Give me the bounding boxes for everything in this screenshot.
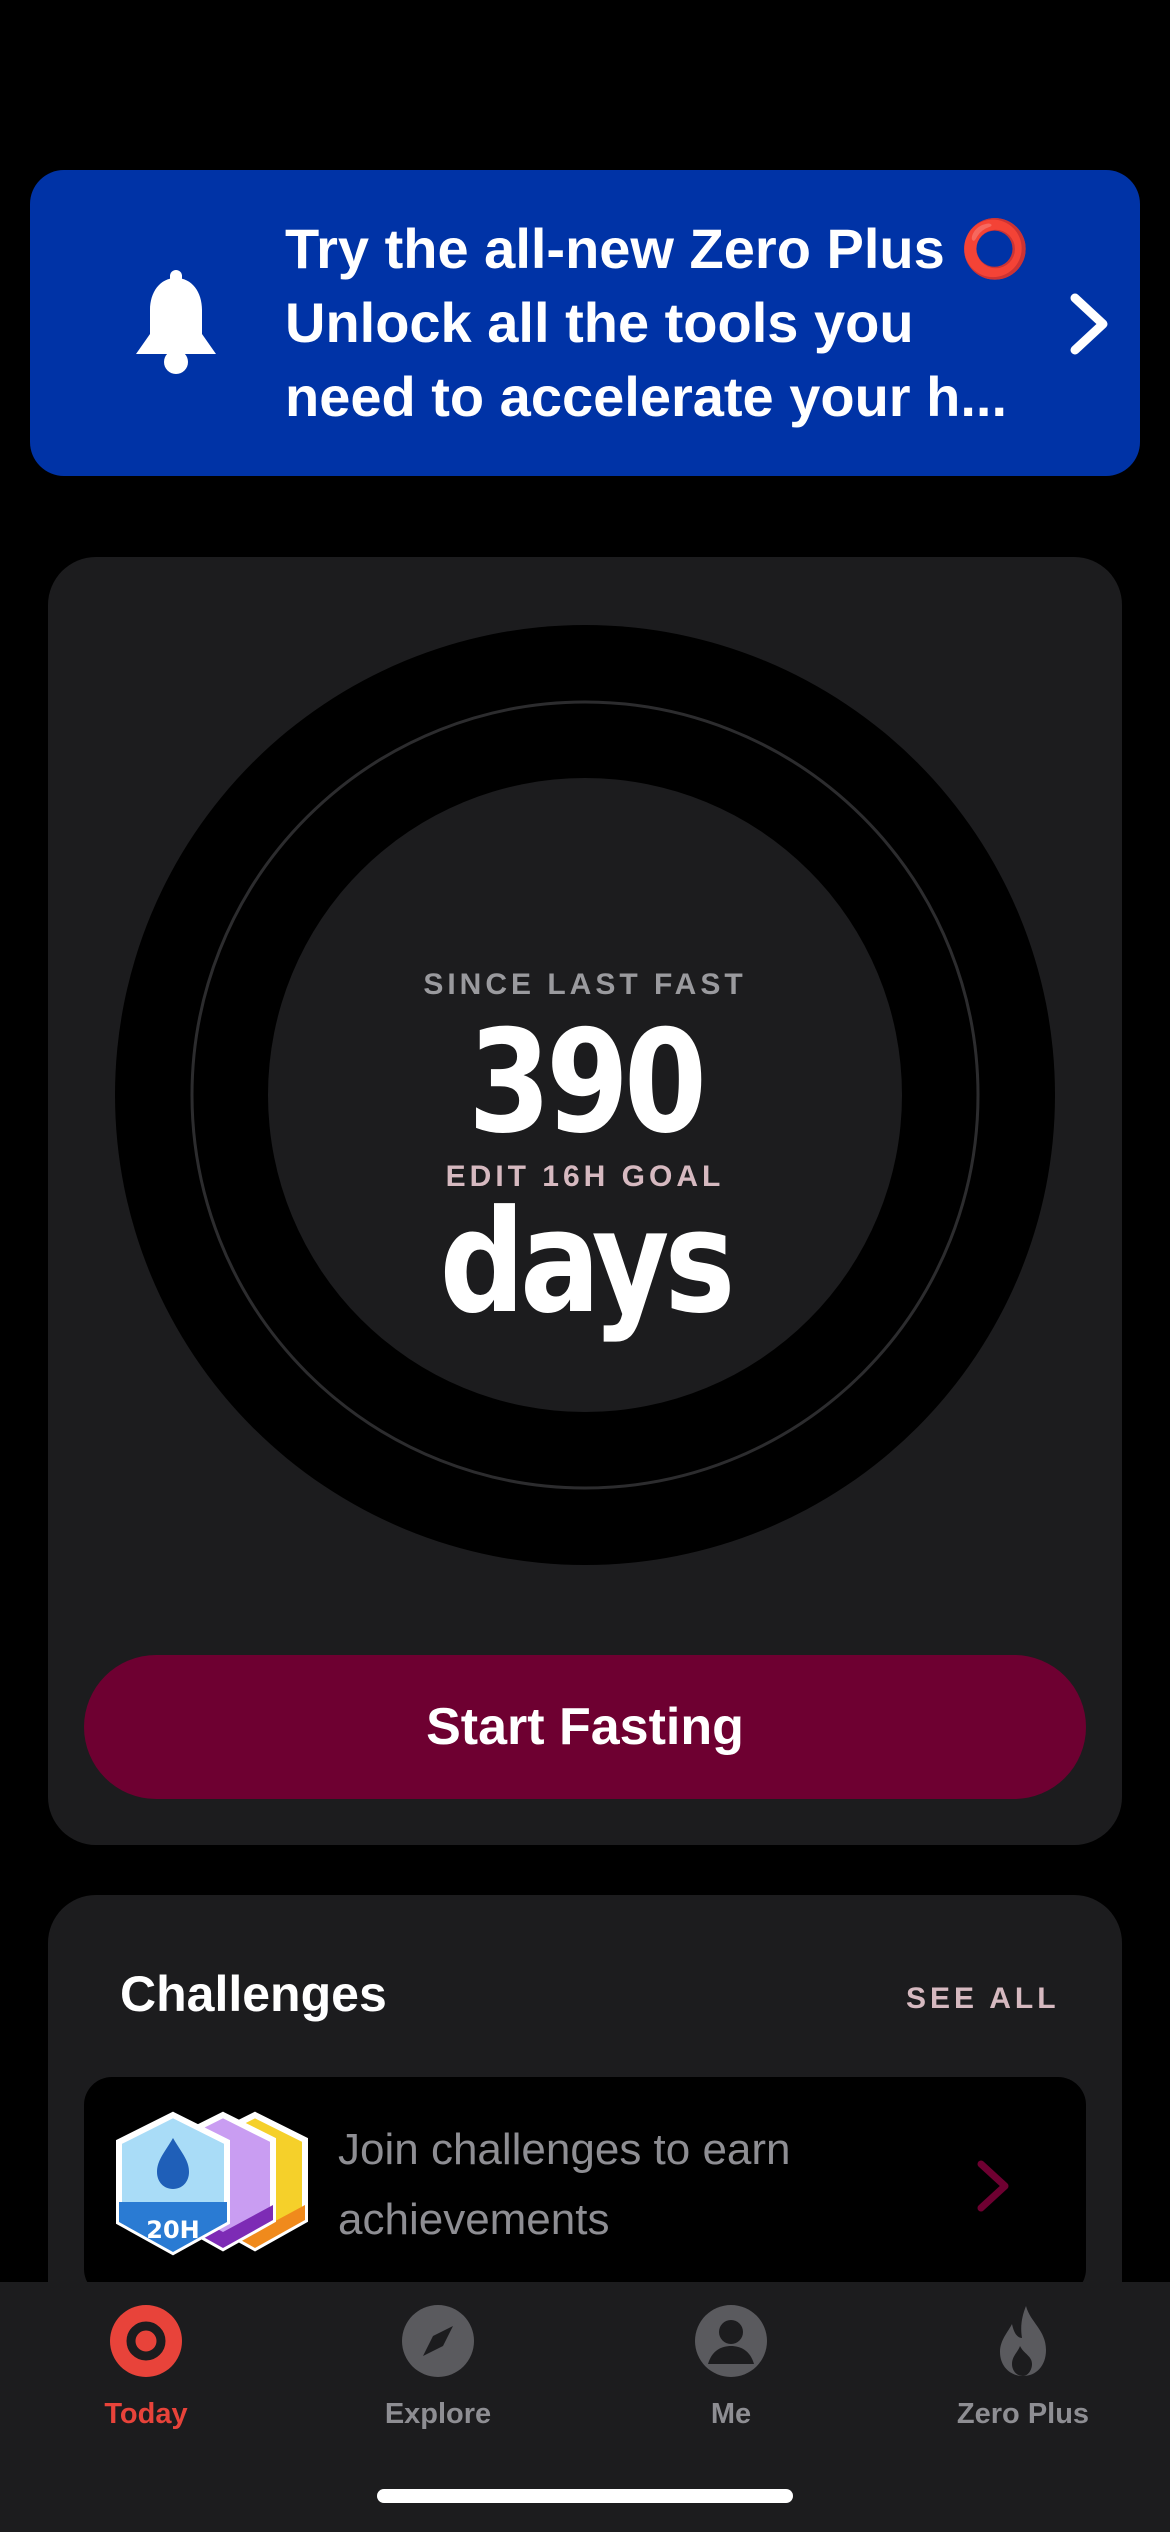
tab-label: Zero Plus (956, 2398, 1090, 2430)
home-indicator[interactable] (377, 2489, 793, 2503)
today-ring-icon (110, 2305, 182, 2377)
tab-me[interactable]: Me (611, 2300, 851, 2440)
flame-icon (1000, 2306, 1046, 2376)
tab-today[interactable]: Today (26, 2300, 266, 2440)
chevron-right-icon (977, 2160, 1009, 2212)
badge-label: 20H (146, 2216, 199, 2244)
challenges-title: Challenges (120, 1966, 387, 2022)
tab-label: Explore (384, 2398, 492, 2430)
challenge-badges-icon: 20H (116, 2111, 308, 2256)
person-icon (695, 2305, 767, 2377)
tab-zero-plus[interactable]: Zero Plus (903, 2300, 1143, 2440)
banner-text: Try the all-new Zero Plus ⭕ Unlock all t… (285, 212, 1065, 434)
chevron-right-icon (1070, 293, 1108, 355)
zero-plus-banner[interactable]: Try the all-new Zero Plus ⭕ Unlock all t… (30, 170, 1140, 476)
tab-label: Me (710, 2398, 752, 2430)
tab-explore[interactable]: Explore (318, 2300, 558, 2440)
edit-goal-link[interactable]: EDIT 16H GOAL (268, 1160, 902, 1194)
see-all-link[interactable]: SEE ALL (906, 1982, 1060, 2016)
start-fasting-button[interactable]: Start Fasting (84, 1655, 1086, 1799)
ring-center: SINCE LAST FAST 390 days EDIT 16H GOAL (268, 778, 902, 1412)
join-challenges-text: Join challenges to earn achievements (338, 2125, 791, 2244)
banner-line-3: need to accelerate your h... (285, 365, 1008, 428)
compass-icon (402, 2305, 474, 2377)
tab-label: Today (104, 2398, 188, 2430)
bell-icon (136, 270, 216, 374)
banner-line-1: Try the all-new Zero Plus ⭕ (285, 217, 1031, 280)
banner-line-2: Unlock all the tools you (285, 291, 914, 354)
